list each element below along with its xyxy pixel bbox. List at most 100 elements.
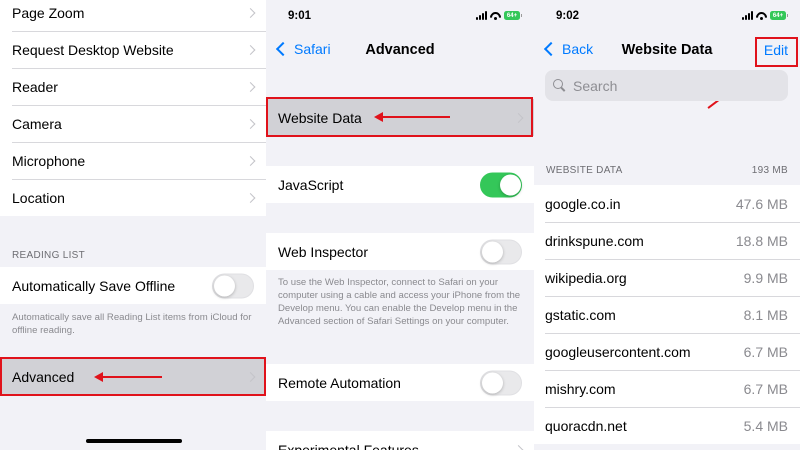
- chevron-right-icon: [513, 112, 524, 123]
- chevron-right-icon: [245, 155, 256, 166]
- toggle-knob: [500, 174, 521, 195]
- list-item[interactable]: mishry.com 6.7 MB: [534, 370, 800, 407]
- chevron-right-icon: [245, 7, 256, 18]
- safari-settings-panel: Page Zoom Request Desktop Website Reader…: [0, 0, 266, 450]
- site-domain: quoracdn.net: [545, 417, 627, 434]
- list-item[interactable]: google.co.in 47.6 MB: [534, 185, 800, 222]
- annotation-arrow: [374, 112, 450, 122]
- site-domain: google.co.in: [545, 195, 621, 212]
- status-time: 9:01: [288, 10, 312, 22]
- battery-icon: 64+: [770, 11, 788, 20]
- web-inspector-toggle[interactable]: [480, 239, 522, 264]
- row-location[interactable]: Location: [0, 179, 266, 216]
- site-domain: googleusercontent.com: [545, 343, 691, 360]
- site-size: 18.8 MB: [735, 232, 788, 249]
- row-label: Automatically Save Offline: [12, 277, 176, 294]
- site-size: 6.7 MB: [743, 380, 788, 397]
- settings-group-javascript: JavaScript: [266, 166, 534, 203]
- website-data-header: WEBSITE DATA: [546, 165, 623, 176]
- site-size: 5.4 MB: [743, 417, 788, 434]
- home-indicator: [86, 439, 182, 443]
- status-icons: 64+: [476, 11, 522, 20]
- annotation-arrow: [94, 372, 162, 382]
- settings-group-experimental: Experimental Features: [266, 431, 534, 450]
- search-placeholder: Search: [573, 77, 618, 94]
- row-label: Advanced: [12, 368, 75, 385]
- toggle-knob: [214, 275, 235, 296]
- row-label: Page Zoom: [12, 4, 85, 21]
- chevron-right-icon: [245, 81, 256, 92]
- settings-group-web-inspector: Web Inspector: [266, 233, 534, 270]
- row-label: Website Data: [278, 109, 362, 126]
- web-inspector-footer: To use the Web Inspector, connect to Saf…: [278, 277, 521, 327]
- row-label: Remote Automation: [278, 374, 401, 391]
- settings-group-permissions: Page Zoom Request Desktop Website Reader…: [0, 0, 266, 216]
- row-experimental-features[interactable]: Experimental Features: [266, 431, 534, 450]
- settings-group-reading-list: Automatically Save Offline: [0, 267, 266, 304]
- row-label: Request Desktop Website: [12, 41, 174, 58]
- site-size: 6.7 MB: [743, 343, 788, 360]
- wifi-icon: [756, 11, 767, 20]
- navigation-bar: Safari Advanced: [266, 34, 534, 68]
- chevron-right-icon: [245, 192, 256, 203]
- status-time: 9:02: [556, 10, 580, 22]
- reading-list-header: READING LIST: [12, 250, 86, 261]
- row-label: Camera: [12, 115, 62, 132]
- page-title: Advanced: [365, 42, 435, 58]
- row-label: Experimental Features: [278, 441, 419, 450]
- row-remote-automation: Remote Automation: [266, 364, 534, 401]
- cellular-signal-icon: [476, 11, 487, 20]
- settings-group-remote-automation: Remote Automation: [266, 364, 534, 401]
- battery-level: 64+: [772, 12, 784, 19]
- row-auto-save-offline: Automatically Save Offline: [0, 267, 266, 304]
- website-data-total: 193 MB: [751, 165, 788, 176]
- row-label: Location: [12, 189, 65, 206]
- toggle-knob: [482, 372, 503, 393]
- chevron-right-icon: [513, 444, 524, 450]
- website-data-list: google.co.in 47.6 MB drinkspune.com 18.8 M…: [534, 185, 800, 444]
- row-page-zoom[interactable]: Page Zoom: [0, 0, 266, 31]
- chevron-right-icon: [245, 44, 256, 55]
- site-size: 8.1 MB: [743, 306, 788, 323]
- list-item[interactable]: drinkspune.com 18.8 MB: [534, 222, 800, 259]
- row-web-inspector: Web Inspector: [266, 233, 534, 270]
- site-domain: gstatic.com: [545, 306, 616, 323]
- row-reader[interactable]: Reader: [0, 68, 266, 105]
- list-item[interactable]: wikipedia.org 9.9 MB: [534, 259, 800, 296]
- list-item[interactable]: quoracdn.net 5.4 MB: [534, 407, 800, 444]
- cellular-signal-icon: [742, 11, 753, 20]
- row-camera[interactable]: Camera: [0, 105, 266, 142]
- safari-advanced-panel: 9:01 64+ Safari Advanced Website Data Ja…: [266, 0, 534, 450]
- page-title: Website Data: [621, 42, 713, 58]
- battery-icon: 64+: [504, 11, 522, 20]
- row-label: JavaScript: [278, 176, 344, 193]
- site-domain: wikipedia.org: [545, 269, 627, 286]
- site-domain: mishry.com: [545, 380, 616, 397]
- wifi-icon: [490, 11, 501, 20]
- row-label: Web Inspector: [278, 243, 369, 260]
- site-size: 9.9 MB: [743, 269, 788, 286]
- status-bar: 9:01 64+: [266, 0, 534, 34]
- remote-automation-toggle[interactable]: [480, 370, 522, 395]
- list-item[interactable]: googleusercontent.com 6.7 MB: [534, 333, 800, 370]
- row-label: Reader: [12, 78, 58, 95]
- site-domain: drinkspune.com: [545, 232, 644, 249]
- search-icon: [553, 79, 566, 92]
- auto-save-footer: Automatically save all Reading List item…: [12, 312, 252, 336]
- row-label: Microphone: [12, 152, 86, 169]
- row-microphone[interactable]: Microphone: [0, 142, 266, 179]
- row-javascript: JavaScript: [266, 166, 534, 203]
- battery-level: 64+: [506, 12, 518, 19]
- status-bar: 9:02 64+: [534, 0, 800, 34]
- row-request-desktop-website[interactable]: Request Desktop Website: [0, 31, 266, 68]
- navigation-bar: Back Website Data Edit: [534, 34, 800, 68]
- auto-save-offline-toggle[interactable]: [212, 273, 254, 298]
- toggle-knob: [482, 241, 503, 262]
- status-icons: 64+: [742, 11, 788, 20]
- javascript-toggle[interactable]: [480, 172, 522, 197]
- search-field[interactable]: Search: [545, 70, 788, 101]
- chevron-right-icon: [245, 118, 256, 129]
- list-item[interactable]: gstatic.com 8.1 MB: [534, 296, 800, 333]
- edit-button[interactable]: Edit: [764, 42, 788, 58]
- chevron-right-icon: [245, 371, 256, 382]
